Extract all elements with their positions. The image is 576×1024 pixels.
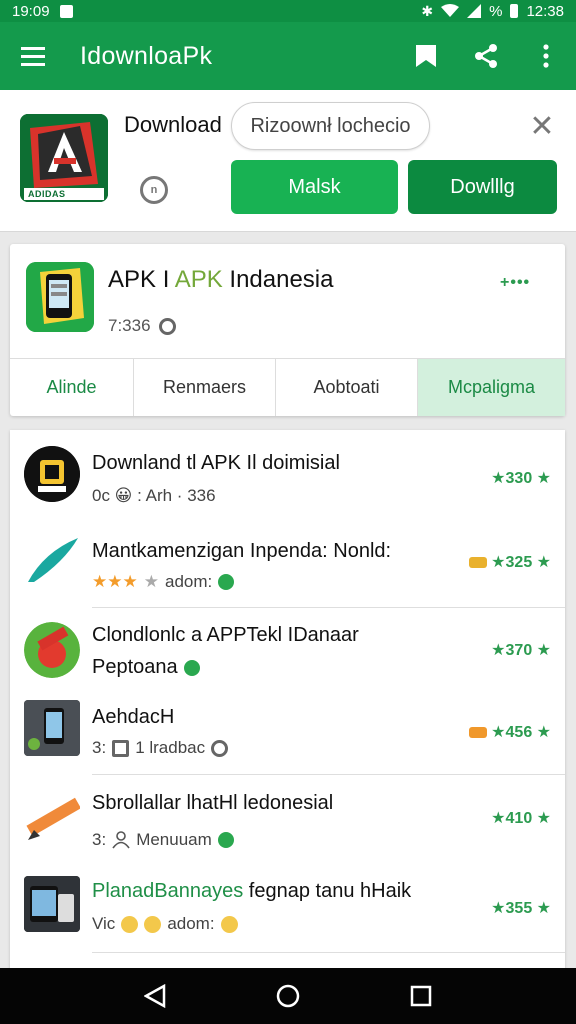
app-bar: IdownloaPk: [0, 22, 576, 90]
promo-logo-text: ADIDAS: [28, 189, 66, 199]
list-item-title: Clondlonlc a APPTekl IDanaar: [92, 624, 359, 646]
app-card-meta: 7:336: [108, 316, 176, 336]
list-item-title: Downland tl APK Il doimisial: [92, 452, 340, 474]
apk-app-icon[interactable]: [26, 262, 94, 332]
list-item-rating: ★355 ★: [491, 900, 551, 917]
status-time-right: 12:38: [526, 2, 564, 20]
app-card-tabs: Alinde Renmaers Aobtoati Mcpaligma: [10, 358, 565, 416]
menu-icon[interactable]: [0, 22, 66, 90]
feather-icon: [24, 532, 80, 588]
sim-icon: [59, 4, 73, 18]
promo-title: Download: [124, 112, 222, 137]
phone-screenshot-icon: [24, 700, 80, 756]
divider: [92, 952, 565, 953]
tag-icon: [469, 556, 488, 568]
bluetooth-icon: ✱: [421, 3, 434, 19]
list-item[interactable]: AehdacH 3: 1 lradbac ★456 ★: [10, 692, 565, 777]
list-item[interactable]: Mantkamenzigan Inpenda: Nonld: ★★★ ★ adom…: [10, 520, 565, 605]
badge-icon: [183, 659, 200, 676]
devices-icon: [24, 876, 80, 932]
list-item-sub: 3: 1 lradbac: [92, 738, 229, 758]
list-item[interactable]: Downland tl APK Il doimisial 0c 😀 : Arh …: [10, 434, 565, 519]
battery-icon: [510, 4, 519, 18]
promo-banner: ADIDAS Download Rizoownł lochecio ✕ n Ma…: [0, 90, 576, 232]
tab-mcpaligma[interactable]: Mcpaligma: [417, 359, 565, 416]
list-item-rating: ★330 ★: [491, 470, 551, 487]
emoji-icon: [144, 915, 162, 933]
app-list: Downland tl APK Il doimisial 0c 😀 : Arh …: [10, 430, 565, 970]
pencil-icon: [24, 790, 80, 846]
back-icon[interactable]: [135, 976, 175, 1016]
divider: [92, 607, 565, 608]
check-badge-icon: [217, 832, 234, 848]
recents-icon[interactable]: [401, 976, 441, 1016]
app-card: APK I APK Indanesia 7:336 +••• Alinde Re…: [10, 244, 565, 416]
tab-renmaers[interactable]: Renmaers: [133, 359, 275, 416]
tab-alinde[interactable]: Alinde: [10, 359, 133, 416]
verified-icon: [158, 317, 176, 335]
signal-icon: [467, 4, 482, 18]
close-icon[interactable]: ✕: [526, 110, 558, 143]
list-item-sub: Vic adom:: [92, 914, 238, 934]
list-item-title: Mantkamenzigan Inpenda: Nonld:: [92, 540, 392, 562]
list-item-rating: ★410 ★: [491, 810, 551, 827]
tab-aobtoati[interactable]: Aobtoati: [275, 359, 417, 416]
list-item-title: AehdacH: [92, 706, 175, 728]
status-time-left: 19:09: [12, 2, 50, 20]
divider: [92, 774, 565, 775]
person-icon: [112, 831, 130, 849]
star-empty-icon: ★: [143, 572, 159, 591]
badge-icon: [218, 574, 235, 590]
download-button[interactable]: Dowlllg: [408, 160, 557, 214]
info-badge-icon: n: [140, 176, 168, 204]
app-card-rating: +•••: [500, 274, 531, 291]
list-item[interactable]: Clondlonlc a APPTekl IDanaar Peptoana ★3…: [10, 610, 565, 695]
home-icon[interactable]: [268, 976, 308, 1016]
share-icon[interactable]: [456, 22, 516, 90]
list-item-title: Sbrollallar lhatHl ledonesial: [92, 792, 334, 814]
fruit-app-icon: [24, 622, 80, 678]
more-button[interactable]: Malsk: [231, 160, 398, 214]
promo-app-icon[interactable]: ADIDAS: [20, 114, 108, 202]
list-item-rating: ★370 ★: [491, 642, 551, 659]
list-item-sub: 3: Menuuam: [92, 830, 234, 850]
app-title: IdownloaPk: [80, 41, 213, 70]
wifi-icon: [441, 4, 460, 17]
system-nav-bar: [0, 968, 576, 1024]
star-icon: ★★★: [92, 572, 138, 591]
list-item[interactable]: Sbrollallar lhatHl ledonesial 3: Menuuam…: [10, 778, 565, 863]
list-item-title: PlanadBannayes fegnap tanu hHaik: [92, 880, 412, 902]
emoji-icon: [220, 915, 238, 933]
list-item-sub: Peptoana: [92, 656, 200, 679]
list-item[interactable]: PlanadBannayes fegnap tanu hHaik Vic ado…: [10, 866, 565, 951]
verified-icon: [211, 739, 229, 757]
doc-icon: [112, 739, 130, 757]
bookmark-icon[interactable]: [396, 22, 456, 90]
battery-percent: %: [489, 2, 503, 20]
promo-search-pill[interactable]: Rizoownł lochecio: [231, 102, 430, 150]
list-item-sub: ★★★ ★ adom:: [92, 572, 235, 592]
list-item-rating: ★456 ★: [469, 722, 551, 742]
emoji-icon: [121, 915, 139, 933]
apk-badge-icon: [24, 446, 80, 502]
tag-icon: [469, 726, 488, 738]
list-item-rating: ★325 ★: [469, 552, 551, 572]
overflow-menu-icon[interactable]: [516, 22, 576, 90]
app-card-title: APK I APK Indanesia: [108, 266, 334, 293]
status-bar: 19:09 ✱ % 12:38: [0, 0, 576, 22]
list-item-sub: 0c 😀 : Arh · 336: [92, 486, 216, 505]
